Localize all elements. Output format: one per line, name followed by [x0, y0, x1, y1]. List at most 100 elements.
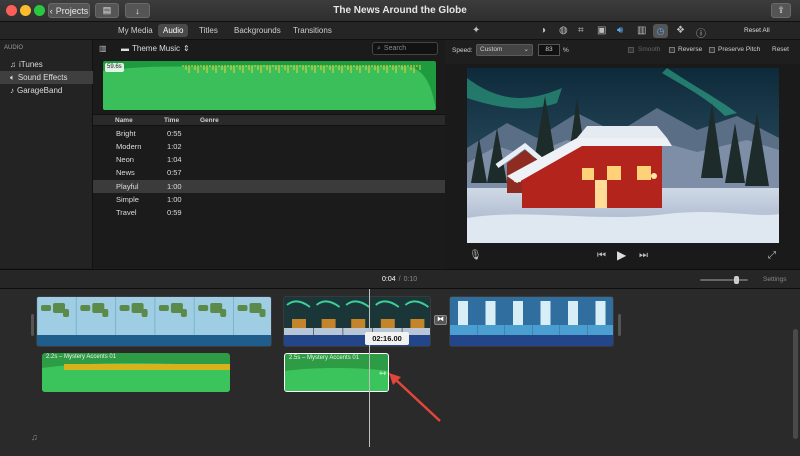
- skip-forward-icon[interactable]: ⏭: [639, 250, 648, 261]
- reset-button[interactable]: Reset: [772, 46, 789, 53]
- clip-right-handle[interactable]: [618, 314, 621, 336]
- source-popup[interactable]: ▬ Theme Music ⇕: [121, 44, 190, 53]
- sidebar-item-garageband[interactable]: ♪ GarageBand: [0, 84, 93, 97]
- row-time: 0:55: [167, 129, 182, 138]
- table-row[interactable]: News 0:57: [93, 166, 445, 179]
- projects-label: Projects: [55, 5, 89, 16]
- zoom-slider-knob[interactable]: [733, 276, 739, 284]
- tab-audio[interactable]: Audio: [158, 24, 189, 37]
- row-time: 0:59: [167, 208, 182, 217]
- audio-clip-mystery-accents-1[interactable]: 2.2s – Mystery Accents 01: [42, 353, 230, 392]
- timeline-scrollbar[interactable]: [793, 329, 798, 439]
- speed-percent-field[interactable]: 83: [538, 44, 560, 56]
- column-time[interactable]: Time: [164, 117, 179, 124]
- speed-select[interactable]: Custom ⌄: [476, 44, 533, 56]
- row-name: News: [116, 168, 135, 177]
- preserve-pitch-label: Preserve Pitch: [718, 46, 761, 53]
- settings-button[interactable]: Settings: [763, 276, 787, 283]
- audio-library-sidebar: AUDIO ♫ iTunes 🔈︎ Sound Effects ♪ Garage…: [0, 40, 93, 268]
- table-header: Name Time Genre: [93, 114, 445, 126]
- color-correction-icon[interactable]: ◍: [559, 25, 568, 36]
- search-icon: ⌕: [377, 45, 381, 52]
- table-row[interactable]: Modern 1:02: [93, 140, 445, 153]
- zoom-window-button[interactable]: [34, 5, 45, 16]
- video-preview[interactable]: [467, 68, 779, 243]
- speed-icon[interactable]: ◷: [653, 24, 668, 38]
- timeline[interactable]: ⧓ 2.2s – Mystery Accents 01 2.5s – Myste…: [0, 289, 800, 456]
- minimize-window-button[interactable]: [20, 5, 31, 16]
- table-row[interactable]: Bright 0:55: [93, 127, 445, 140]
- magic-wand-icon[interactable]: ✦: [472, 25, 480, 36]
- info-icon[interactable]: ⓘ: [696, 25, 706, 40]
- volume-icon[interactable]: 🔊︎: [617, 25, 623, 36]
- stabilization-icon[interactable]: ▣: [597, 25, 606, 36]
- tab-my-media[interactable]: My Media: [113, 24, 158, 37]
- reset-all-button[interactable]: Reset All: [744, 27, 770, 34]
- window-title: The News Around the Globe: [333, 5, 467, 16]
- preserve-pitch-checkbox[interactable]: [709, 47, 715, 53]
- audio-waveform: [285, 368, 388, 391]
- crop-icon[interactable]: ⌗: [578, 25, 584, 36]
- table-row[interactable]: Travel 0:59: [93, 206, 445, 219]
- title-bar: ‹ Projects ▤ ↓ The News Around the Globe…: [0, 0, 800, 22]
- percent-sign: %: [563, 47, 569, 54]
- column-name[interactable]: Name: [115, 117, 133, 124]
- microphone-icon[interactable]: 🎙︎: [469, 250, 482, 261]
- skimmer-time-tooltip: 02:16.00: [365, 332, 409, 345]
- filter-icon[interactable]: ❖: [676, 25, 685, 36]
- tab-backgrounds[interactable]: Backgrounds: [229, 24, 286, 37]
- sidebar-toggle-icon[interactable]: ▥: [99, 44, 107, 53]
- sidebar-item-label: GarageBand: [17, 86, 63, 95]
- transition-icon[interactable]: ⧓: [434, 315, 447, 325]
- sidebar-heading: AUDIO: [4, 45, 24, 51]
- row-name: Modern: [116, 142, 142, 151]
- row-name: Simple: [116, 195, 139, 204]
- speed-label: Speed:: [452, 47, 473, 54]
- zoom-slider[interactable]: [700, 276, 748, 284]
- playhead[interactable]: [369, 289, 370, 447]
- timecode: 0:04 / 0:10: [382, 276, 417, 283]
- sidebar-item-sound-effects[interactable]: 🔈︎ Sound Effects: [0, 71, 93, 84]
- smooth-checkbox[interactable]: [628, 47, 634, 53]
- reverse-checkbox[interactable]: [669, 47, 675, 53]
- guitar-icon: ♪: [10, 86, 14, 95]
- waterfall-thumbnails: [450, 297, 613, 346]
- color-balance-icon[interactable]: ◑: [540, 25, 546, 36]
- clip-left-handle[interactable]: [31, 314, 34, 336]
- row-name: Travel: [116, 208, 137, 217]
- search-placeholder: Search: [383, 45, 407, 52]
- library-list-button[interactable]: ▤: [95, 3, 119, 18]
- projects-button[interactable]: ‹ Projects: [48, 3, 90, 18]
- smooth-label: Smooth: [638, 46, 661, 53]
- video-clip-waterfall[interactable]: [449, 296, 614, 347]
- table-row[interactable]: Neon 1:04: [93, 153, 445, 166]
- table-row-selected[interactable]: Playful 1:00: [93, 180, 445, 193]
- close-window-button[interactable]: [6, 5, 17, 16]
- tab-transitions[interactable]: Transitions: [288, 24, 337, 37]
- table-row[interactable]: Simple 1:00: [93, 193, 445, 206]
- media-tab-bar: My Media Audio Titles Backgrounds Transi…: [0, 22, 445, 40]
- skip-back-icon[interactable]: ⏮: [597, 250, 606, 261]
- waveform-graphic: [103, 65, 436, 110]
- speed-options: Speed: Custom ⌄ 83 % Smooth Reverse Pres…: [445, 40, 800, 64]
- share-button[interactable]: ⇪: [771, 3, 791, 18]
- sidebar-item-itunes[interactable]: ♫ iTunes: [0, 58, 93, 71]
- import-button[interactable]: ↓: [125, 3, 150, 18]
- row-time: 0:57: [167, 168, 182, 177]
- background-music-icon[interactable]: ♫: [31, 432, 38, 442]
- row-time: 1:04: [167, 155, 182, 164]
- search-field[interactable]: ⌕ Search: [372, 42, 438, 55]
- chevron-down-icon: ⌄: [523, 46, 529, 53]
- audio-preview-waveform[interactable]: 59.6s: [103, 61, 436, 110]
- share-icon: ⇪: [777, 5, 785, 15]
- folder-icon: ▬: [121, 44, 129, 53]
- tab-titles[interactable]: Titles: [194, 24, 223, 37]
- audio-clip-mystery-accents-2[interactable]: 2.5s – Mystery Accents 01: [284, 353, 389, 392]
- equalizer-icon[interactable]: ▥: [637, 25, 646, 36]
- play-button[interactable]: ▶: [617, 248, 626, 262]
- sidebar-item-label: iTunes: [19, 60, 43, 69]
- winter-cabin-frame: [467, 68, 779, 243]
- column-genre[interactable]: Genre: [200, 117, 219, 124]
- fullscreen-icon[interactable]: ⤢: [768, 250, 776, 261]
- video-clip-world-map[interactable]: [36, 296, 272, 347]
